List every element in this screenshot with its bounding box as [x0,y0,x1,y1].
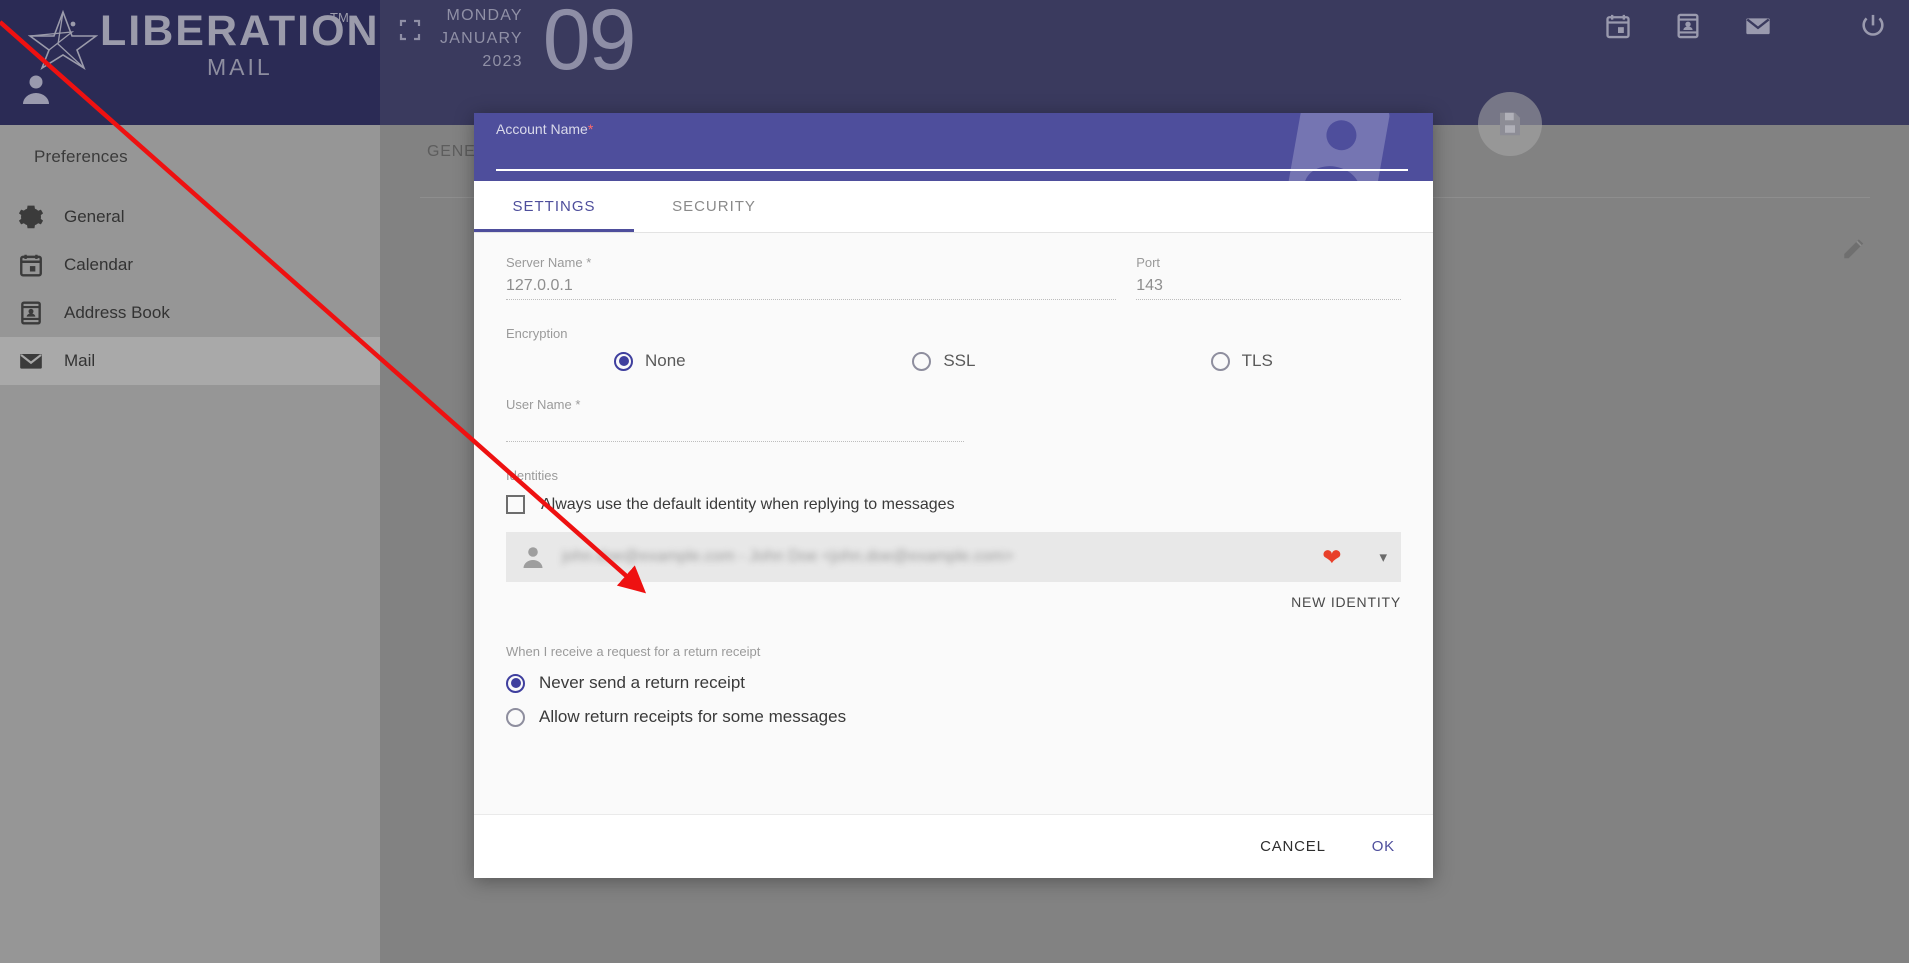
brand-subtitle: MAIL [207,54,273,80]
chevron-down-icon[interactable]: ▾ [1379,548,1387,566]
tab-security[interactable]: SECURITY [634,181,794,232]
heart-icon[interactable]: ❤ [1322,545,1341,569]
radio-indicator [506,707,525,727]
radio-indicator [506,673,525,693]
brand-trademark: TM [330,10,349,25]
encryption-option-tls[interactable]: TLS [1103,351,1401,371]
server-name-input[interactable] [506,272,1117,300]
date-day-number: 09 [542,0,637,88]
checkbox-indicator [506,495,525,514]
ok-button[interactable]: OK [1372,838,1395,855]
user-name-field: User Name * [506,397,964,442]
user-name-input[interactable] [506,414,964,442]
account-settings-dialog: Account Name* SETTINGS SECURITY Server N… [474,113,1433,878]
date-weekday: MONDAY [446,7,523,24]
sidebar-item-mail[interactable]: Mail [0,337,380,385]
date-year: 2023 [482,53,523,71]
return-receipt-section: When I receive a request for a return re… [506,644,1401,727]
dialog-header: Account Name* [474,113,1433,181]
pencil-icon[interactable] [1841,235,1867,261]
date-display: MONDAY JANUARY 2023 09 [440,0,637,88]
encryption-option-none[interactable]: None [506,351,804,371]
app-root: LIBERATION TM MAIL MONDAY JANUARY 2023 0… [0,0,1909,963]
port-input[interactable] [1136,272,1401,300]
user-name-section: User Name * [506,397,1401,442]
radio-indicator [912,351,932,371]
calendar-icon[interactable] [1604,12,1632,40]
radio-indicator [1210,351,1230,371]
sidebar-item-label: Mail [64,351,96,370]
return-receipt-label: When I receive a request for a return re… [506,644,761,659]
user-avatar-icon[interactable] [18,70,54,106]
sidebar: Preferences General Calendar Address Boo… [0,125,380,963]
identities-label: Identities [506,468,559,483]
new-identity-button[interactable]: NEW IDENTITY [506,594,1401,610]
fullscreen-icon[interactable] [398,18,422,42]
radio-label: TLS [1241,351,1273,370]
radio-indicator [614,351,633,371]
sidebar-nav-list: General Calendar Address Book Mail [0,193,380,385]
encryption-radio-group: None SSL TLS [506,351,1401,371]
radio-label: None [645,351,686,370]
server-port-row: Server Name * Port [506,255,1401,300]
dialog-footer: CANCEL OK [474,814,1433,878]
date-text-block: MONDAY JANUARY 2023 [440,0,523,74]
save-fab-button[interactable] [1478,92,1542,156]
server-name-field: Server Name * [506,255,1117,300]
user-name-label: User Name * [506,397,581,412]
encryption-option-ssl[interactable]: SSL [804,351,1102,371]
identities-section: Identities Always use the default identi… [506,468,1401,610]
sidebar-item-general[interactable]: General [0,193,380,241]
radio-label: Never send a return receipt [539,673,745,692]
port-label: Port [1136,255,1161,270]
mail-icon[interactable] [1744,12,1772,40]
tab-settings[interactable]: SETTINGS [474,181,634,232]
sidebar-title: Preferences [34,147,128,166]
radio-label: SSL [943,351,976,370]
identity-email-text: john.doe@example.com - John Doe <john.do… [562,548,1014,565]
address-book-icon[interactable] [1674,12,1702,40]
date-month: JANUARY [440,30,523,48]
power-icon[interactable] [1859,12,1887,40]
gear-icon [18,205,44,229]
encryption-section: Encryption None SSL TLS [506,326,1401,371]
sidebar-item-address-book[interactable]: Address Book [0,289,380,337]
user-avatar-icon [523,547,543,568]
server-name-label: Server Name * [506,255,592,270]
liberation-star-logo-icon [28,9,98,70]
save-icon [1500,112,1520,136]
account-name-label: Account Name* [496,121,593,137]
receipt-option-allow-some[interactable]: Allow return receipts for some messages [506,707,1401,727]
brand-panel: LIBERATION TM MAIL [0,0,380,125]
identity-list-item[interactable]: john.doe@example.com - John Doe <john.do… [506,532,1401,582]
default-identity-checkbox-row[interactable]: Always use the default identity when rep… [506,495,1401,514]
mail-icon [20,353,42,369]
receipt-option-never[interactable]: Never send a return receipt [506,673,1401,693]
account-name-label-text: Account Name [496,121,588,137]
sidebar-item-label: Calendar [64,255,133,274]
dialog-body: Server Name * Port Encryption None [474,233,1433,814]
address-book-icon [21,301,41,325]
top-bar: LIBERATION TM MAIL MONDAY JANUARY 2023 0… [0,0,1909,125]
port-field: Port [1136,255,1401,300]
radio-label: Allow return receipts for some messages [539,707,847,726]
dialog-tabs: SETTINGS SECURITY [474,181,1433,233]
encryption-label: Encryption [506,326,568,341]
account-name-input[interactable] [496,141,1408,171]
sidebar-item-calendar[interactable]: Calendar [0,241,380,289]
default-identity-checkbox-label: Always use the default identity when rep… [541,495,955,513]
cancel-button[interactable]: CANCEL [1260,838,1326,855]
sidebar-item-label: General [64,207,125,226]
top-bar-icons [1604,0,1887,125]
sidebar-item-label: Address Book [64,303,170,322]
required-asterisk: * [587,121,594,137]
calendar-icon [20,254,42,277]
